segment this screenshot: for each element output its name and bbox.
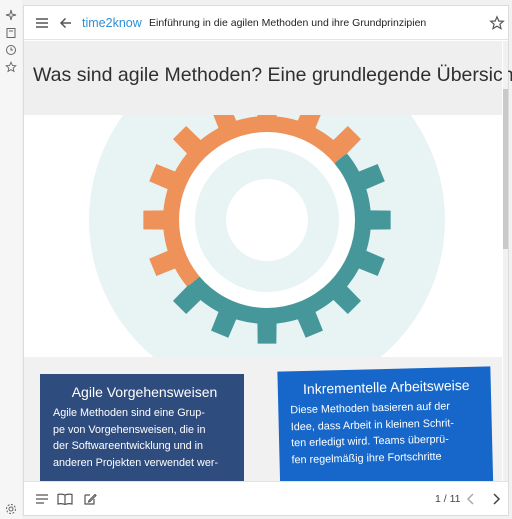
menu-icon[interactable] <box>34 15 50 31</box>
card-title: Inkrementelle Arbeitsweise <box>302 376 470 397</box>
app-rail <box>0 0 22 519</box>
top-bar: time2know Einführung in die agilen Metho… <box>24 6 508 40</box>
card-line: Idee, dass Arbeit in kleinen Schrit- <box>290 416 455 433</box>
clock-icon[interactable] <box>5 44 17 56</box>
sparkle-icon[interactable] <box>5 9 17 21</box>
hero-image <box>24 115 502 357</box>
card-line: anderen Projekten verwendet wer- <box>53 456 219 469</box>
gear-hub <box>226 179 308 261</box>
card-inkrementelle-arbeitsweise: Inkrementelle Arbeitsweise Diese Methode… <box>277 366 494 481</box>
card-line: pe von Vorgehensweisen, die in <box>53 423 206 436</box>
prev-page-icon[interactable] <box>464 492 478 506</box>
star-icon[interactable] <box>5 61 17 73</box>
settings-icon[interactable] <box>5 503 17 515</box>
card-line: ten erledigt wird. Teams überprü- <box>290 433 449 450</box>
brand-name[interactable]: time2know <box>82 16 142 30</box>
card-line: Diese Methoden basieren auf der <box>290 400 451 417</box>
card-line: der Softwareentwicklung und in <box>53 440 204 452</box>
gear-tooth <box>257 321 277 344</box>
card-text: Diese Methoden basieren auf der Idee, da… <box>290 398 485 469</box>
card-agile-vorgehensweisen: Agile Vorgehensweisen Agile Methoden sin… <box>40 374 244 481</box>
page-header: Was sind agile Methoden? Eine grundlegen… <box>24 41 512 115</box>
gear-tooth <box>143 210 166 230</box>
cards-area: Agile Vorgehensweisen Agile Methoden sin… <box>24 357 502 481</box>
next-page-icon[interactable] <box>489 492 503 506</box>
open-book-icon[interactable] <box>57 492 73 506</box>
gear-tooth <box>368 210 391 230</box>
page-counter: 1 / 11 <box>435 493 461 505</box>
back-arrow-icon[interactable] <box>58 15 74 31</box>
page-title: Was sind agile Methoden? Eine grundlegen… <box>33 64 512 86</box>
gears-illustration <box>89 115 445 357</box>
scrollbar[interactable] <box>503 41 508 481</box>
card-line: Agile Methoden sind eine Grup- <box>53 407 205 419</box>
bottom-bar: 1 / 11 <box>24 481 508 515</box>
bookmark-star-icon[interactable] <box>489 15 505 31</box>
list-icon[interactable] <box>35 492 49 506</box>
card-line: fen regelmäßig ihre Fortschritte <box>291 450 442 466</box>
scrollbar-thumb[interactable] <box>503 89 508 249</box>
card-title: Agile Vorgehensweisen <box>71 384 218 400</box>
edit-icon[interactable] <box>83 492 97 506</box>
gear-tooth <box>257 115 277 119</box>
course-title: Einführung in die agilen Methoden und ih… <box>149 17 427 29</box>
reader-window: time2know Einführung in die agilen Metho… <box>23 5 512 516</box>
card-text: Agile Methoden sind eine Grup- pe von Vo… <box>53 405 236 471</box>
book-icon[interactable] <box>5 27 17 39</box>
